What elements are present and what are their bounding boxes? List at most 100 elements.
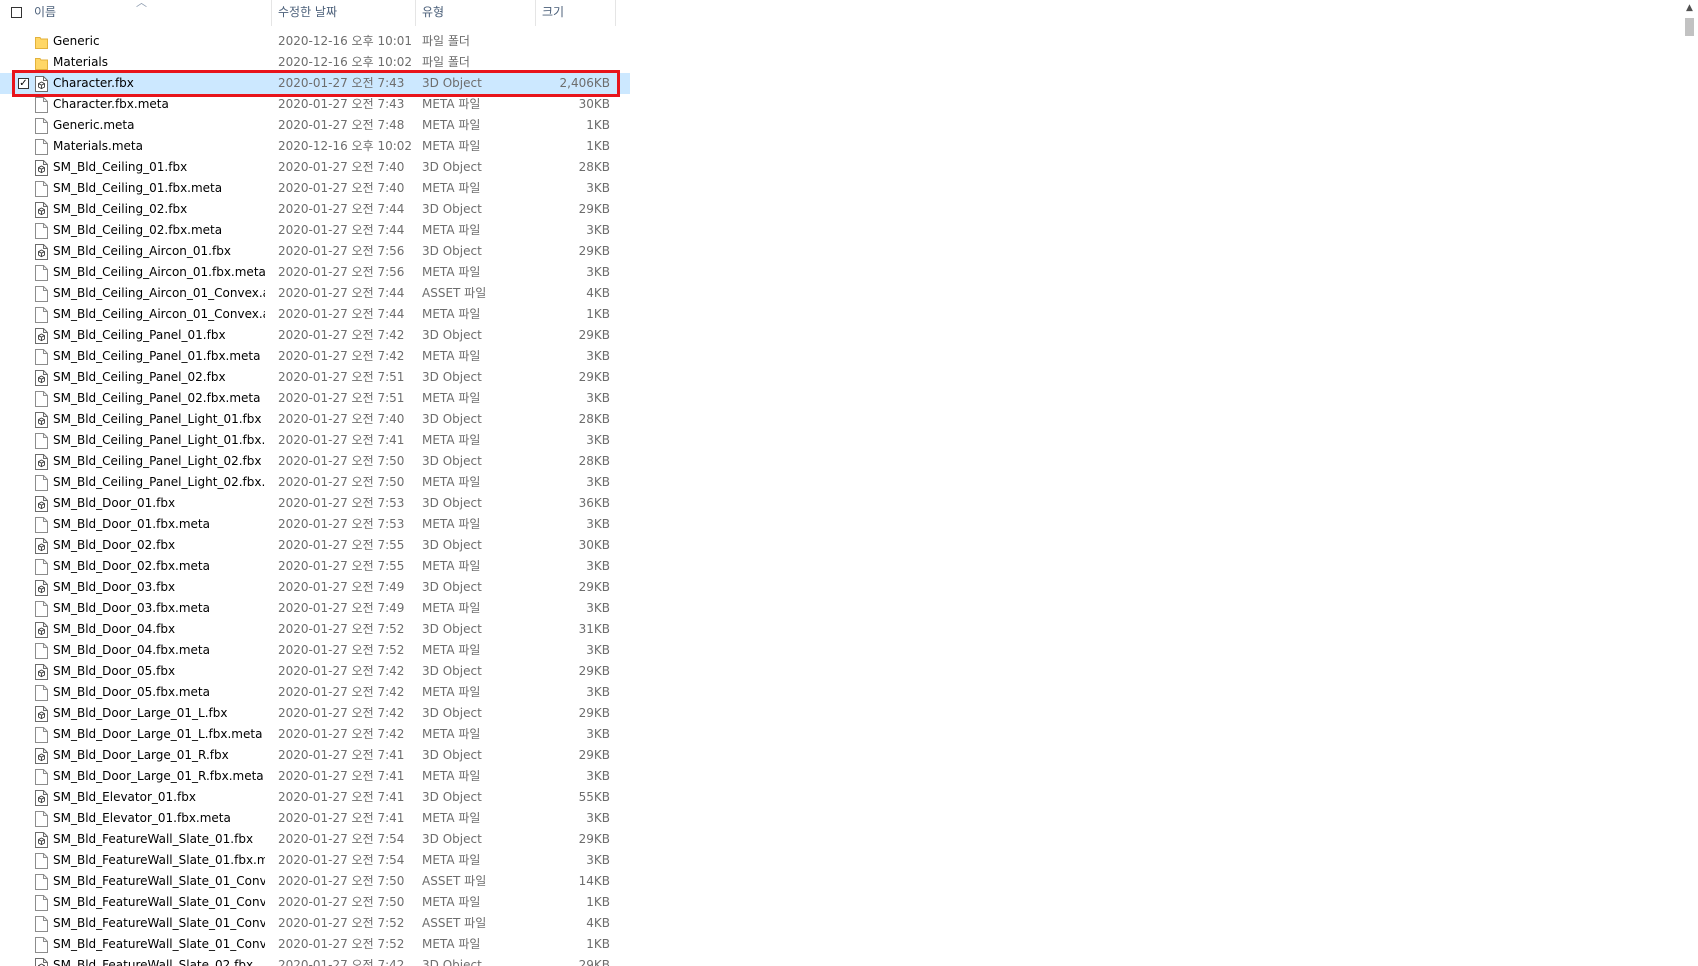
file-name: SM_Bld_Door_01.fbx [53,496,176,510]
select-all-checkbox[interactable] [11,7,22,18]
column-header-type[interactable]: 유형 [416,0,536,26]
file-name: SM_Bld_Ceiling_Aircon_01.fbx.meta [53,265,265,279]
file-icon [35,769,48,785]
file-row[interactable]: SM_Bld_Ceiling_Panel_Light_01.fbx 2020-01… [0,409,630,430]
file-name: SM_Bld_Door_02.fbx [53,538,176,552]
file-row[interactable]: SM_Bld_FeatureWall_Slate_01_Convex... 202… [0,913,630,934]
file-row[interactable]: SM_Bld_FeatureWall_Slate_01_Convex... 202… [0,892,630,913]
file-row[interactable]: SM_Bld_Door_Large_01_R.fbx.meta 2020-01-2… [0,766,630,787]
file-row[interactable]: SM_Bld_Door_03.fbx.meta 2020-01-27 오전 7:4… [0,598,630,619]
scroll-up-arrow-icon[interactable]: ▲ [1681,0,1698,17]
file-row[interactable]: SM_Bld_Ceiling_Panel_01.fbx.meta 2020-01-… [0,346,630,367]
column-header-size[interactable]: 크기 [536,0,616,26]
file-row[interactable]: SM_Bld_FeatureWall_Slate_01.fbx 2020-01-2… [0,829,630,850]
3d-object-file-icon [35,244,48,260]
file-row[interactable]: SM_Bld_Door_04.fbx 2020-01-27 오전 7:52 3D O… [0,619,630,640]
file-row[interactable]: SM_Bld_Door_03.fbx 2020-01-27 오전 7:49 3D O… [0,577,630,598]
file-icon [35,937,48,953]
file-size: 3KB [586,643,610,657]
file-row[interactable]: SM_Bld_Ceiling_Aircon_01_Convex.as... 202… [0,283,630,304]
file-row[interactable]: SM_Bld_Ceiling_Panel_Light_02.fbx.m... 20… [0,472,630,493]
file-size: 2,406KB [559,76,610,90]
file-name: SM_Bld_Door_Large_01_R.fbx [53,748,229,762]
file-size: 1KB [586,895,610,909]
file-name: SM_Bld_FeatureWall_Slate_01_Convex... [53,874,265,888]
file-icon [35,601,48,617]
column-header-date[interactable]: 수정한 날짜 [272,0,416,26]
file-size: 3KB [586,769,610,783]
file-size: 3KB [586,811,610,825]
row-checkbox[interactable]: ✓ [18,78,29,89]
file-row[interactable]: SM_Bld_Elevator_01.fbx.meta 2020-01-27 오전… [0,808,630,829]
column-header-name[interactable]: 이름 [26,0,272,26]
file-row[interactable]: SM_Bld_Ceiling_01.fbx 2020-01-27 오전 7:40 3… [0,157,630,178]
file-row[interactable]: SM_Bld_Door_Large_01_L.fbx.meta 2020-01-2… [0,724,630,745]
file-row[interactable]: Generic 2020-12-16 오후 10:01 파일 폴더 [0,31,630,52]
file-date: 2020-01-27 오전 7:44 [278,307,405,321]
file-row[interactable]: ✓ Character.fbx 2020-01-27 오전 7:43 3D Objec… [0,73,630,94]
scroll-thumb[interactable] [1685,18,1694,36]
file-row[interactable]: SM_Bld_Door_Large_01_R.fbx 2020-01-27 오전 … [0,745,630,766]
file-row[interactable]: SM_Bld_Ceiling_Panel_02.fbx.meta 2020-01-… [0,388,630,409]
file-type: 3D Object [422,748,482,762]
file-row[interactable]: SM_Bld_Elevator_01.fbx 2020-01-27 오전 7:41… [0,787,630,808]
file-row[interactable]: SM_Bld_Ceiling_Aircon_01.fbx 2020-01-27 오… [0,241,630,262]
file-row[interactable]: SM_Bld_Ceiling_Panel_Light_02.fbx 2020-01… [0,451,630,472]
file-date: 2020-01-27 오전 7:50 [278,874,405,888]
file-icon [35,517,48,533]
file-row[interactable]: SM_Bld_Door_04.fbx.meta 2020-01-27 오전 7:5… [0,640,630,661]
file-name: SM_Bld_FeatureWall_Slate_01.fbx [53,832,254,846]
file-row[interactable]: SM_Bld_Ceiling_Panel_02.fbx 2020-01-27 오전… [0,367,630,388]
file-row[interactable]: SM_Bld_Door_02.fbx 2020-01-27 오전 7:55 3D O… [0,535,630,556]
file-type: META 파일 [422,391,481,405]
file-row[interactable]: Generic.meta 2020-01-27 오전 7:48 META 파일 1KB [0,115,630,136]
file-name: SM_Bld_Ceiling_Aircon_01_Convex.as... [53,286,265,300]
3d-object-file-icon [35,160,48,176]
file-size: 1KB [586,139,610,153]
file-date: 2020-01-27 오전 7:52 [278,937,405,951]
file-type: META 파일 [422,265,481,279]
file-type: 3D Object [422,76,482,90]
file-type: META 파일 [422,895,481,909]
file-date: 2020-01-27 오전 7:41 [278,769,405,783]
file-row[interactable]: SM_Bld_Door_05.fbx 2020-01-27 오전 7:42 3D O… [0,661,630,682]
file-row[interactable]: SM_Bld_FeatureWall_Slate_01.fbx.meta 2020… [0,850,630,871]
file-row[interactable]: SM_Bld_Ceiling_02.fbx.meta 2020-01-27 오전 … [0,220,630,241]
file-type: 파일 폴더 [422,34,470,48]
file-row[interactable]: SM_Bld_FeatureWall_Slate_01_Convex... 202… [0,934,630,955]
file-type: 3D Object [422,664,482,678]
file-row[interactable]: SM_Bld_Door_Large_01_L.fbx 2020-01-27 오전 … [0,703,630,724]
file-row[interactable]: Character.fbx.meta 2020-01-27 오전 7:43 META… [0,94,630,115]
file-date: 2020-01-27 오전 7:56 [278,244,405,258]
file-name: SM_Bld_Door_Large_01_L.fbx [53,706,228,720]
file-name: SM_Bld_FeatureWall_Slate_01_Convex... [53,895,265,909]
file-row[interactable]: SM_Bld_Door_01.fbx.meta 2020-01-27 오전 7:5… [0,514,630,535]
file-row[interactable]: Materials.meta 2020-12-16 오후 10:02 META 파일… [0,136,630,157]
file-row[interactable]: SM_Bld_FeatureWall_Slate_02.fbx 2020-01-2… [0,955,630,966]
3d-object-file-icon [35,748,48,764]
file-row[interactable]: SM_Bld_Ceiling_Aircon_01_Convex.as... 202… [0,304,630,325]
file-row[interactable]: SM_Bld_Door_02.fbx.meta 2020-01-27 오전 7:5… [0,556,630,577]
3d-object-file-icon [35,370,48,386]
file-size: 3KB [586,391,610,405]
file-icon [35,307,48,323]
file-date: 2020-01-27 오전 7:54 [278,832,405,846]
file-name: SM_Bld_Door_03.fbx.meta [53,601,210,615]
file-size: 3KB [586,181,610,195]
file-row[interactable]: SM_Bld_Ceiling_02.fbx 2020-01-27 오전 7:44 3… [0,199,630,220]
file-row[interactable]: SM_Bld_FeatureWall_Slate_01_Convex... 202… [0,871,630,892]
file-size: 3KB [586,853,610,867]
file-icon [35,874,48,890]
vertical-scrollbar[interactable]: ▲ [1681,0,1698,966]
file-row[interactable]: Materials 2020-12-16 오후 10:02 파일 폴더 [0,52,630,73]
file-row[interactable]: SM_Bld_Door_05.fbx.meta 2020-01-27 오전 7:4… [0,682,630,703]
file-row[interactable]: SM_Bld_Door_01.fbx 2020-01-27 오전 7:53 3D O… [0,493,630,514]
file-row[interactable]: SM_Bld_Ceiling_Aircon_01.fbx.meta 2020-01… [0,262,630,283]
file-row[interactable]: SM_Bld_Ceiling_Panel_01.fbx 2020-01-27 오전… [0,325,630,346]
file-name: Generic.meta [53,118,135,132]
file-type: 3D Object [422,958,482,966]
file-size: 3KB [586,349,610,363]
file-row[interactable]: SM_Bld_Ceiling_Panel_Light_01.fbx.m... 20… [0,430,630,451]
file-name: SM_Bld_Ceiling_Panel_01.fbx.meta [53,349,261,363]
file-row[interactable]: SM_Bld_Ceiling_01.fbx.meta 2020-01-27 오전 … [0,178,630,199]
